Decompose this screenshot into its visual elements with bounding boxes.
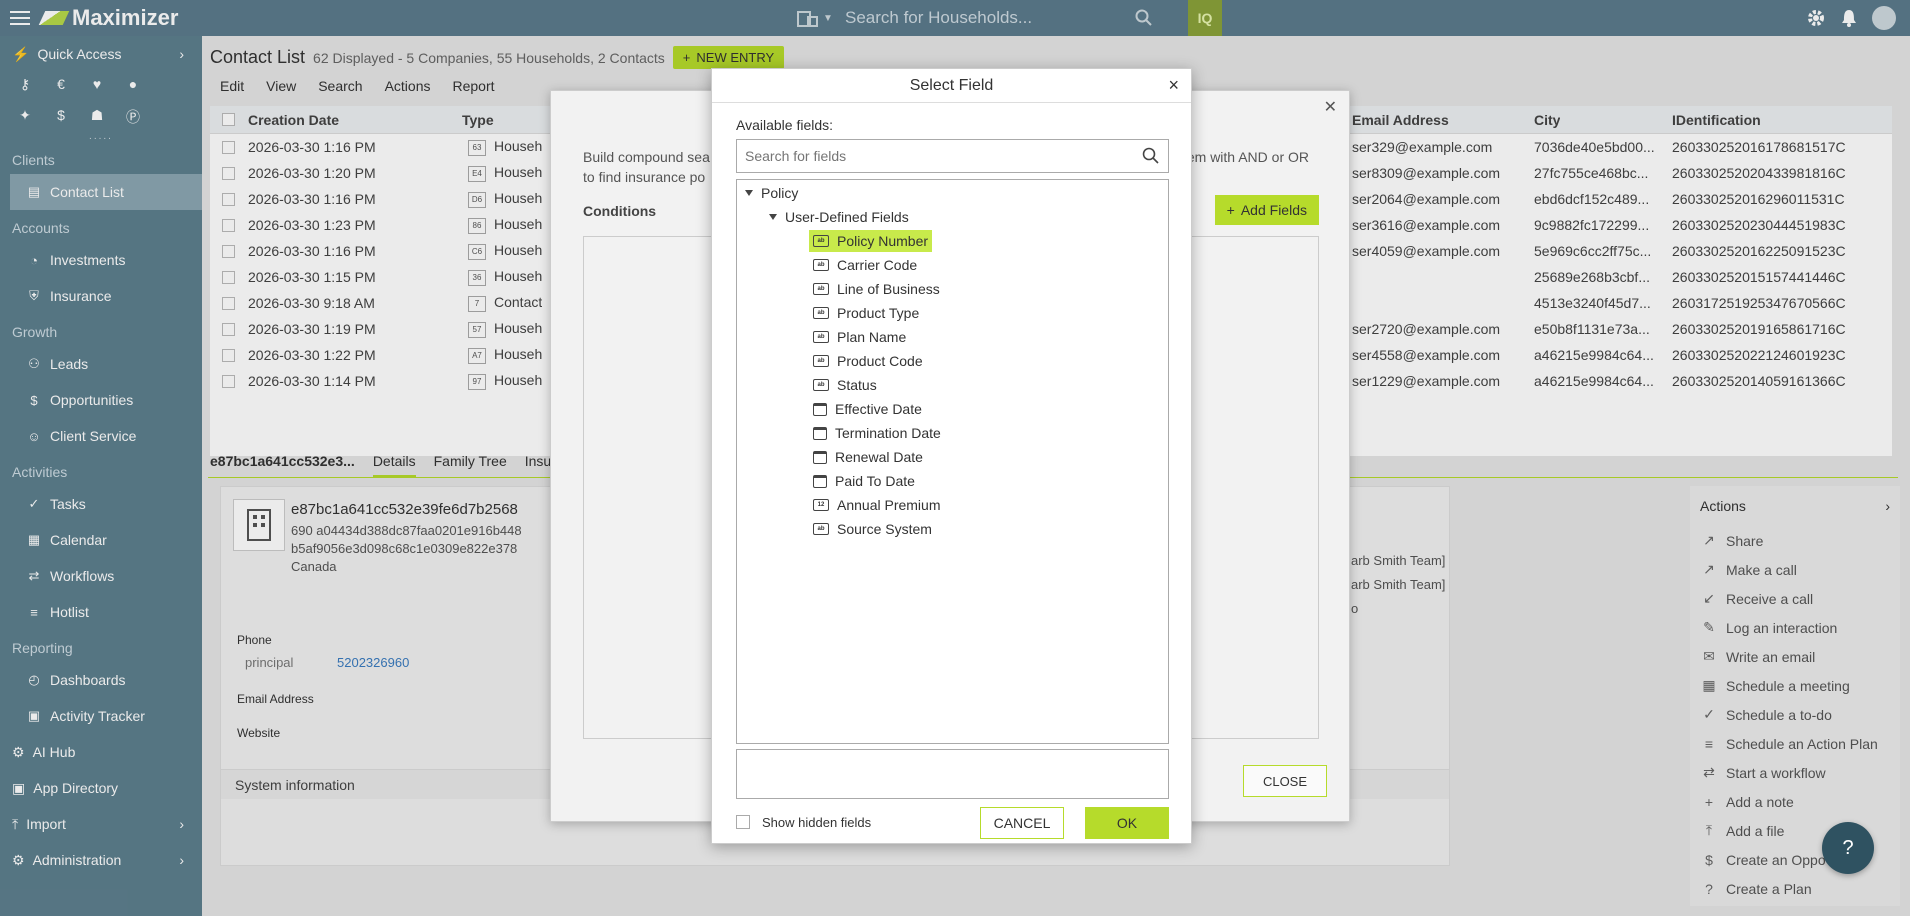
field-source-system[interactable]: ab Source System	[813, 518, 932, 540]
field-label: Paid To Date	[835, 473, 915, 489]
field-termination-date[interactable]: Termination Date	[813, 422, 941, 444]
field-tree: Policy User-Defined Fields ab Policy Numb…	[736, 179, 1169, 744]
calendar-icon	[813, 474, 827, 488]
text-field-icon: ab	[813, 355, 829, 367]
select-field-dialog: Select Field × Available fields: Policy …	[711, 68, 1192, 844]
available-fields-label: Available fields:	[736, 117, 834, 133]
cancel-button[interactable]: CANCEL	[980, 807, 1064, 839]
add-fields-button[interactable]: + Add Fields	[1214, 195, 1319, 225]
text-field-icon: ab	[813, 259, 829, 271]
field-label: Renewal Date	[835, 449, 923, 465]
field-label: Policy Number	[837, 233, 929, 249]
field-search	[736, 139, 1169, 173]
caret-down-icon[interactable]	[769, 214, 777, 220]
field-label: Product Code	[837, 353, 923, 369]
ok-button[interactable]: OK	[1085, 807, 1169, 839]
builder-description-right: em with AND or OR	[1186, 149, 1309, 165]
close-button[interactable]: CLOSE	[1243, 765, 1327, 797]
tree-node-policy[interactable]: Policy	[745, 182, 798, 204]
field-paid-to-date[interactable]: Paid To Date	[813, 470, 915, 492]
field-policy-number[interactable]: ab Policy Number	[809, 230, 933, 252]
field-label: Line of Business	[837, 281, 940, 297]
field-product-code[interactable]: ab Product Code	[813, 350, 923, 372]
dialog-footer: Show hidden fields CANCEL OK	[736, 805, 1169, 839]
add-fields-label: Add Fields	[1240, 202, 1307, 218]
builder-description-left: Build compound sea to find insurance po	[583, 147, 723, 187]
field-plan-name[interactable]: ab Plan Name	[813, 326, 906, 348]
field-label: Status	[837, 377, 877, 393]
search-icon[interactable]	[1142, 147, 1160, 165]
close-icon[interactable]: ✕	[1324, 97, 1337, 117]
field-label: Carrier Code	[837, 257, 918, 273]
text-field-icon: ab	[813, 283, 829, 295]
calendar-icon	[813, 450, 827, 464]
tree-node-user-defined[interactable]: User-Defined Fields	[769, 206, 909, 228]
field-description	[736, 749, 1169, 799]
calendar-icon	[813, 402, 827, 416]
field-annual-premium[interactable]: 12 Annual Premium	[813, 494, 941, 516]
tree-node-label: User-Defined Fields	[785, 209, 909, 225]
caret-down-icon[interactable]	[745, 190, 753, 196]
tree-node-label: Policy	[761, 185, 799, 201]
field-label: Product Type	[837, 305, 920, 321]
show-hidden-label: Show hidden fields	[762, 814, 872, 830]
dialog-header: Select Field ×	[712, 69, 1191, 103]
text-field-icon: ab	[813, 307, 829, 319]
text-field-icon: ab	[813, 235, 829, 247]
field-label: Termination Date	[835, 425, 941, 441]
field-label: Effective Date	[835, 401, 922, 417]
field-search-input[interactable]	[745, 148, 1142, 164]
help-chat-button[interactable]: ?	[1822, 822, 1874, 874]
conditions-label: Conditions	[583, 203, 657, 219]
builder-desc-line-1: Build compound sea	[583, 149, 710, 165]
show-hidden-checkbox[interactable]	[736, 815, 750, 829]
field-status[interactable]: ab Status	[813, 374, 877, 396]
help-chat-icon: ?	[1842, 836, 1854, 859]
field-effective-date[interactable]: Effective Date	[813, 398, 922, 420]
builder-desc-line-2: to find insurance po	[583, 169, 706, 185]
field-label: Annual Premium	[837, 497, 941, 513]
close-icon[interactable]: ×	[1168, 75, 1179, 96]
number-field-icon: 12	[813, 499, 829, 511]
field-carrier-code[interactable]: ab Carrier Code	[813, 254, 917, 276]
field-line-of-business[interactable]: ab Line of Business	[813, 278, 940, 300]
text-field-icon: ab	[813, 523, 829, 535]
text-field-icon: ab	[813, 331, 829, 343]
field-renewal-date[interactable]: Renewal Date	[813, 446, 923, 468]
text-field-icon: ab	[813, 379, 829, 391]
plus-icon: +	[1226, 202, 1235, 218]
field-label: Plan Name	[837, 329, 907, 345]
calendar-icon	[813, 426, 827, 440]
field-product-type[interactable]: ab Product Type	[813, 302, 919, 324]
dialog-title: Select Field	[909, 76, 994, 94]
field-label: Source System	[837, 521, 932, 537]
